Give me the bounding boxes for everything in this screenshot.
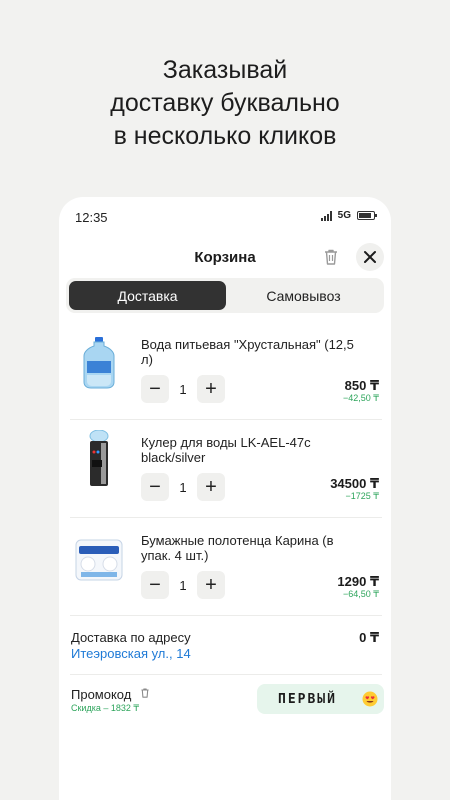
signal-icon [320,210,332,221]
divider [70,517,382,518]
item-discount: −1725 ₸ [345,491,379,501]
item-image-paper-towels [70,529,128,589]
paper-towels-icon [75,539,123,581]
qty-value: 1 [179,479,187,495]
increase-qty-button[interactable]: + [197,375,225,403]
item-discount: −42,50 ₸ [342,393,379,403]
battery-icon [357,211,377,220]
delivery-label: Доставка по адресу [71,630,191,645]
trash-icon [141,688,149,698]
promo-headline: Заказывай доставку буквально в несколько… [0,54,450,153]
item-price: 34500 ₸ [330,476,379,491]
quantity-stepper: − 1 + [141,571,225,599]
headline-line-1: Заказывай [162,56,288,84]
promo-label: Промокод [71,687,132,702]
remove-promo-button[interactable] [139,687,151,702]
quantity-stepper: − 1 + [141,473,225,501]
item-image-water-bottle [70,333,128,393]
item-discount: −64,50 ₸ [342,589,379,599]
network-type: 5G [337,210,351,221]
heart-eyes-emoji-icon [362,691,378,707]
trash-icon [325,249,337,265]
promo-row: Промокод [71,687,151,702]
divider [70,674,382,675]
decrease-qty-button[interactable]: − [141,473,169,501]
divider [70,419,382,420]
close-icon [364,251,376,263]
item-name: Кулер для воды LK-AEL-47c black/silver [141,435,311,465]
promo-code-chip[interactable]: ПЕРВЫЙ [257,684,384,714]
promo-discount: Скидка – 1832 ₸ [71,703,140,713]
item-name: Бумажные полотенца Карина (в упак. 4 шт.… [141,533,334,563]
increase-qty-button[interactable]: + [197,473,225,501]
headline-line-2: доставку буквально [110,89,340,117]
item-price: 1290 ₸ [337,574,379,589]
phone-screen: 12:35 5G Корзина Доставка Самовывоз Вода… [59,197,391,800]
delivery-address-link[interactable]: Итеэровская ул., 14 [71,646,191,661]
promo-code: ПЕРВЫЙ [278,692,337,707]
close-button[interactable] [356,243,384,271]
clear-cart-button[interactable] [321,247,341,267]
decrease-qty-button[interactable]: − [141,375,169,403]
page-title: Корзина [194,249,256,266]
cart-header: Корзина [59,243,391,271]
status-time: 12:35 [75,210,108,225]
headline-line-3: в несколько кликов [113,122,337,150]
quantity-stepper: − 1 + [141,375,225,403]
delivery-mode-switch: Доставка Самовывоз [66,278,384,313]
water-cooler-icon [89,430,109,486]
increase-qty-button[interactable]: + [197,571,225,599]
divider [70,615,382,616]
status-icons: 5G [320,210,377,221]
tab-pickup[interactable]: Самовывоз [225,281,382,310]
water-bottle-icon [83,337,115,389]
decrease-qty-button[interactable]: − [141,571,169,599]
tab-delivery[interactable]: Доставка [69,281,226,310]
item-price: 850 ₸ [344,378,379,393]
delivery-price: 0 ₸ [359,630,379,645]
status-bar: 12:35 5G [75,210,377,226]
qty-value: 1 [179,381,187,397]
item-image-water-cooler [70,429,128,489]
item-name: Вода питьевая "Хрустальная" (12,5 л) [141,337,354,367]
qty-value: 1 [179,577,187,593]
